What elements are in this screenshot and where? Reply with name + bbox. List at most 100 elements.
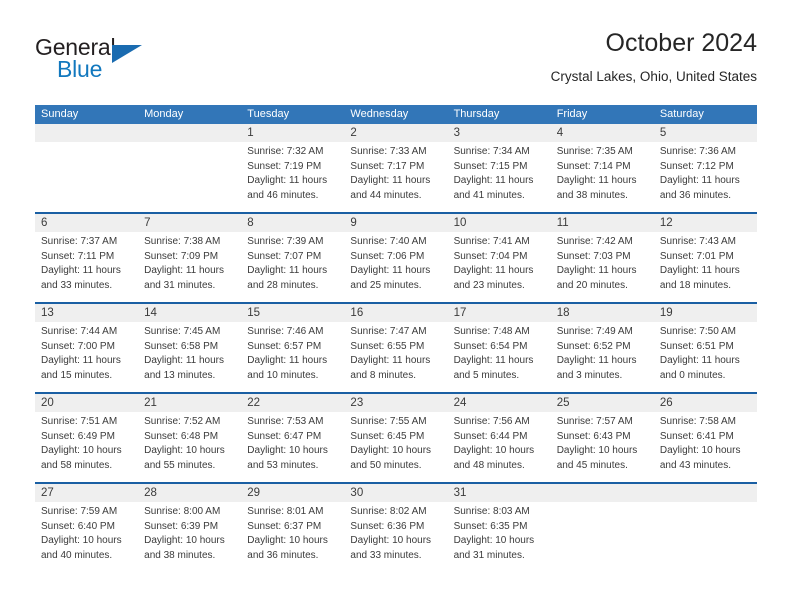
sunset-time: Sunset: 6:43 PM — [556, 430, 631, 442]
calendar-day-cell[interactable]: 10 Sunrise: 7:41 AM Sunset: 7:04 PM Dayligh… — [448, 214, 551, 302]
sunset-time: Sunset: 6:55 PM — [350, 340, 425, 352]
daylight-line-2: and 43 minutes. — [659, 459, 732, 471]
calendar-day-cell[interactable]: 31 Sunrise: 8:03 AM Sunset: 6:35 PM Dayligh… — [448, 484, 551, 572]
calendar-day-cell[interactable]: 5 Sunrise: 7:36 AM Sunset: 7:12 PM Daylight… — [654, 124, 757, 212]
sunrise-time: Sunrise: 7:40 AM — [350, 236, 427, 247]
sunrise-time: Sunrise: 7:47 AM — [350, 326, 427, 337]
sunset-time: Sunset: 6:47 PM — [247, 430, 322, 442]
weekday-header-thursday: Thursday — [453, 108, 500, 120]
daylight-line-2: and 28 minutes. — [247, 279, 319, 291]
day-number: 4 — [556, 127, 564, 139]
calendar-day-cell[interactable]: 20 Sunrise: 7:51 AM Sunset: 6:49 PM Dayligh… — [35, 394, 138, 482]
calendar-week-cells: 27 Sunrise: 7:59 AM Sunset: 6:40 PM Dayligh… — [35, 484, 757, 572]
calendar-day-cell[interactable]: 4 Sunrise: 7:35 AM Sunset: 7:14 PM Daylight… — [551, 124, 654, 212]
sunset-time: Sunset: 6:35 PM — [453, 520, 528, 532]
calendar-day-cell[interactable]: 27 Sunrise: 7:59 AM Sunset: 6:40 PM Dayligh… — [35, 484, 138, 572]
general-blue-logo[interactable]: General Blue — [35, 34, 165, 90]
calendar-day-cell[interactable]: 9 Sunrise: 7:40 AM Sunset: 7:06 PM Daylight… — [344, 214, 447, 302]
calendar-day-cell[interactable]: 24 Sunrise: 7:56 AM Sunset: 6:44 PM Dayligh… — [448, 394, 551, 482]
sunrise-time: Sunrise: 7:41 AM — [453, 236, 530, 247]
daylight-line-2: and 25 minutes. — [350, 279, 422, 291]
daylight-line-1: Daylight: 11 hours — [350, 355, 431, 367]
daylight-line-1: Daylight: 10 hours — [247, 535, 328, 547]
day-detail: Sunrise: 7:47 AM Sunset: 6:55 PM Daylight:… — [350, 325, 447, 383]
calendar-day-cell[interactable]: 30 Sunrise: 8:02 AM Sunset: 6:36 PM Dayligh… — [344, 484, 447, 572]
day-detail: Sunrise: 7:56 AM Sunset: 6:44 PM Daylight:… — [454, 415, 551, 473]
sunrise-time: Sunrise: 7:45 AM — [144, 326, 221, 337]
sunrise-time: Sunrise: 7:44 AM — [41, 326, 118, 337]
day-number: 22 — [247, 397, 261, 409]
day-detail: Sunrise: 8:00 AM Sunset: 6:39 PM Daylight:… — [144, 505, 241, 563]
calendar-day-cell[interactable]: 23 Sunrise: 7:55 AM Sunset: 6:45 PM Dayligh… — [344, 394, 447, 482]
calendar-day-cell[interactable]: 19 Sunrise: 7:50 AM Sunset: 6:51 PM Dayligh… — [654, 304, 757, 392]
calendar-day-cell[interactable]: 3 Sunrise: 7:34 AM Sunset: 7:15 PM Daylight… — [448, 124, 551, 212]
calendar-day-cell[interactable]: 26 Sunrise: 7:58 AM Sunset: 6:41 PM Dayligh… — [654, 394, 757, 482]
daylight-line-2: and 41 minutes. — [453, 189, 525, 201]
sunset-time: Sunset: 7:09 PM — [144, 250, 219, 262]
sunset-time: Sunset: 6:45 PM — [350, 430, 425, 442]
day-number: 6 — [41, 217, 48, 229]
calendar-day-cell[interactable]: 8 Sunrise: 7:39 AM Sunset: 7:07 PM Daylight… — [241, 214, 344, 302]
title-block: October 2024 Crystal Lakes, Ohio, United… — [551, 28, 757, 87]
calendar-day-cell[interactable]: 18 Sunrise: 7:49 AM Sunset: 6:52 PM Dayligh… — [551, 304, 654, 392]
sunrise-time: Sunrise: 7:38 AM — [144, 236, 221, 247]
calendar-day-cell[interactable]: 14 Sunrise: 7:45 AM Sunset: 6:58 PM Dayligh… — [138, 304, 241, 392]
sunset-time: Sunset: 7:00 PM — [41, 340, 115, 352]
weekday-header-saturday: Saturday — [659, 108, 704, 120]
weekday-header-wednesday: Wednesday — [350, 108, 409, 120]
calendar-day-cell[interactable]: 7 Sunrise: 7:38 AM Sunset: 7:09 PM Daylight… — [138, 214, 241, 302]
calendar-week-row: 27 Sunrise: 7:59 AM Sunset: 6:40 PM Dayligh… — [35, 482, 757, 572]
calendar-day-cell[interactable]: 13 Sunrise: 7:44 AM Sunset: 7:00 PM Dayligh… — [35, 304, 138, 392]
sunset-time: Sunset: 6:52 PM — [556, 340, 631, 352]
sunrise-time: Sunrise: 7:46 AM — [247, 326, 324, 337]
calendar-day-cell[interactable]: 1 Sunrise: 7:32 AM Sunset: 7:19 PM Daylight… — [241, 124, 344, 212]
day-detail: Sunrise: 7:35 AM Sunset: 7:14 PM Daylight:… — [557, 145, 654, 203]
daylight-line-2: and 20 minutes. — [556, 279, 628, 291]
day-detail: Sunrise: 7:36 AM Sunset: 7:12 PM Daylight:… — [660, 145, 757, 203]
sunset-time: Sunset: 6:36 PM — [350, 520, 425, 532]
daylight-line-1: Daylight: 11 hours — [453, 355, 534, 367]
daylight-line-2: and 53 minutes. — [247, 459, 319, 471]
daylight-line-1: Daylight: 10 hours — [41, 535, 122, 547]
calendar-day-cell[interactable]: 25 Sunrise: 7:57 AM Sunset: 6:43 PM Dayligh… — [551, 394, 654, 482]
day-number: 18 — [556, 307, 570, 319]
sunrise-time: Sunrise: 7:52 AM — [144, 416, 221, 427]
sunrise-time: Sunrise: 7:48 AM — [453, 326, 530, 337]
calendar-day-cell[interactable]: 6 Sunrise: 7:37 AM Sunset: 7:11 PM Daylight… — [35, 214, 138, 302]
day-detail: Sunrise: 7:45 AM Sunset: 6:58 PM Daylight:… — [144, 325, 241, 383]
day-detail: Sunrise: 7:53 AM Sunset: 6:47 PM Daylight:… — [247, 415, 344, 473]
calendar-day-cell[interactable]: 28 Sunrise: 8:00 AM Sunset: 6:39 PM Dayligh… — [138, 484, 241, 572]
calendar-day-cell[interactable]: 29 Sunrise: 8:01 AM Sunset: 6:37 PM Dayligh… — [241, 484, 344, 572]
day-number: 12 — [659, 217, 673, 229]
day-number: 19 — [659, 307, 673, 319]
day-detail: Sunrise: 7:41 AM Sunset: 7:04 PM Daylight:… — [454, 235, 551, 293]
sunrise-time: Sunrise: 7:37 AM — [41, 236, 118, 247]
day-detail: Sunrise: 7:52 AM Sunset: 6:48 PM Daylight:… — [144, 415, 241, 473]
daylight-line-2: and 31 minutes. — [453, 549, 525, 561]
daylight-line-1: Daylight: 10 hours — [350, 535, 432, 547]
sunset-time: Sunset: 6:39 PM — [144, 520, 219, 532]
daylight-line-2: and 3 minutes. — [556, 369, 623, 381]
day-number: 10 — [453, 217, 467, 229]
daylight-line-1: Daylight: 11 hours — [556, 175, 637, 187]
calendar-day-cell[interactable]: 16 Sunrise: 7:47 AM Sunset: 6:55 PM Dayligh… — [344, 304, 447, 392]
page-subtitle: Crystal Lakes, Ohio, United States — [550, 69, 757, 84]
weekday-header-friday: Friday — [556, 108, 588, 120]
daylight-line-2: and 48 minutes. — [453, 459, 525, 471]
day-detail: Sunrise: 7:58 AM Sunset: 6:41 PM Daylight:… — [660, 415, 757, 473]
day-number: 5 — [659, 127, 667, 139]
day-detail: Sunrise: 7:40 AM Sunset: 7:06 PM Daylight:… — [350, 235, 447, 293]
day-detail: Sunrise: 7:42 AM Sunset: 7:03 PM Daylight:… — [557, 235, 654, 293]
daylight-line-2: and 33 minutes. — [41, 279, 113, 291]
sunrise-time: Sunrise: 7:49 AM — [556, 326, 633, 337]
calendar-day-cell[interactable]: 17 Sunrise: 7:48 AM Sunset: 6:54 PM Dayligh… — [448, 304, 551, 392]
day-number: 7 — [144, 217, 151, 229]
calendar-day-cell[interactable]: 15 Sunrise: 7:46 AM Sunset: 6:57 PM Dayligh… — [241, 304, 344, 392]
sunrise-time: Sunrise: 7:33 AM — [350, 146, 427, 157]
calendar-day-cell[interactable]: 12 Sunrise: 7:43 AM Sunset: 7:01 PM Dayligh… — [654, 214, 757, 302]
calendar-day-cell[interactable]: 22 Sunrise: 7:53 AM Sunset: 6:47 PM Dayligh… — [241, 394, 344, 482]
calendar-day-cell[interactable]: 2 Sunrise: 7:33 AM Sunset: 7:17 PM Daylight… — [344, 124, 447, 212]
day-number: 30 — [350, 487, 364, 499]
calendar-day-cell[interactable]: 11 Sunrise: 7:42 AM Sunset: 7:03 PM Dayligh… — [551, 214, 654, 302]
calendar-day-cell[interactable]: 21 Sunrise: 7:52 AM Sunset: 6:48 PM Dayligh… — [138, 394, 241, 482]
